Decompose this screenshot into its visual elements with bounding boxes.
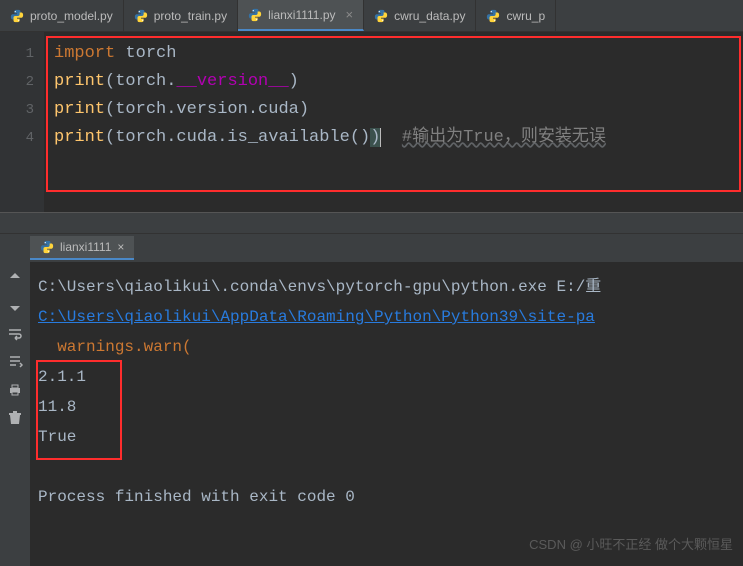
tab-lianxi1111[interactable]: lianxi1111.py × bbox=[238, 0, 364, 31]
tab-label: cwru_p bbox=[506, 9, 545, 23]
tab-cwru-data[interactable]: cwru_data.py bbox=[364, 0, 476, 31]
console-line bbox=[38, 452, 735, 482]
tab-label: cwru_data.py bbox=[394, 9, 465, 23]
console-line: C:\Users\qiaolikui\.conda\envs\pytorch-g… bbox=[38, 272, 735, 302]
scroll-to-end-icon[interactable] bbox=[7, 354, 23, 370]
run-tab-label: lianxi1111 bbox=[60, 240, 111, 254]
up-icon[interactable] bbox=[7, 270, 23, 286]
editor-tabs: proto_model.py proto_train.py lianxi1111… bbox=[0, 0, 743, 32]
console-output[interactable]: C:\Users\qiaolikui\.conda\envs\pytorch-g… bbox=[30, 262, 743, 566]
close-icon[interactable]: × bbox=[117, 240, 124, 254]
line-number: 4 bbox=[0, 124, 34, 152]
code-line: print(torch.__version__) bbox=[54, 68, 743, 96]
run-console: C:\Users\qiaolikui\.conda\envs\pytorch-g… bbox=[0, 262, 743, 566]
python-icon bbox=[374, 9, 388, 23]
run-tab-lianxi1111[interactable]: lianxi1111 × bbox=[30, 236, 134, 260]
code-content[interactable]: import torch print(torch.__version__) pr… bbox=[44, 32, 743, 212]
tab-proto-train[interactable]: proto_train.py bbox=[124, 0, 238, 31]
tab-label: proto_train.py bbox=[154, 9, 227, 23]
tab-label: proto_model.py bbox=[30, 9, 113, 23]
console-line: warnings.warn( bbox=[38, 332, 735, 362]
line-gutter: 1 2 3 4 bbox=[0, 32, 44, 212]
python-icon bbox=[40, 240, 54, 254]
code-line: import torch bbox=[54, 40, 743, 68]
console-toolbar bbox=[0, 262, 30, 566]
tab-label: lianxi1111.py bbox=[268, 8, 335, 22]
python-icon bbox=[134, 9, 148, 23]
console-line: Process finished with exit code 0 bbox=[38, 482, 735, 512]
line-number: 2 bbox=[0, 68, 34, 96]
python-icon bbox=[248, 8, 262, 22]
file-link[interactable]: C:\Users\qiaolikui\AppData\Roaming\Pytho… bbox=[38, 308, 595, 326]
line-number: 1 bbox=[0, 40, 34, 68]
console-line: True bbox=[38, 422, 735, 452]
run-tool-tabs: lianxi1111 × bbox=[0, 234, 743, 262]
trash-icon[interactable] bbox=[7, 410, 23, 426]
console-line: 11.8 bbox=[38, 392, 735, 422]
console-line: 2.1.1 bbox=[38, 362, 735, 392]
code-line: print(torch.version.cuda) bbox=[54, 96, 743, 124]
tab-cwru-p[interactable]: cwru_p bbox=[476, 0, 556, 31]
down-icon[interactable] bbox=[7, 298, 23, 314]
python-icon bbox=[486, 9, 500, 23]
close-icon[interactable]: × bbox=[346, 7, 354, 22]
soft-wrap-icon[interactable] bbox=[7, 326, 23, 342]
watermark: CSDN @ 小旺不正经 做个大颗恒星 bbox=[529, 530, 733, 560]
console-line: C:\Users\qiaolikui\AppData\Roaming\Pytho… bbox=[38, 302, 735, 332]
tab-proto-model[interactable]: proto_model.py bbox=[0, 0, 124, 31]
python-icon bbox=[10, 9, 24, 23]
panel-divider[interactable] bbox=[0, 212, 743, 234]
code-line: print(torch.cuda.is_available()) #输出为Tru… bbox=[54, 124, 743, 152]
code-editor[interactable]: 1 2 3 4 import torch print(torch.__versi… bbox=[0, 32, 743, 212]
line-number: 3 bbox=[0, 96, 34, 124]
print-icon[interactable] bbox=[7, 382, 23, 398]
